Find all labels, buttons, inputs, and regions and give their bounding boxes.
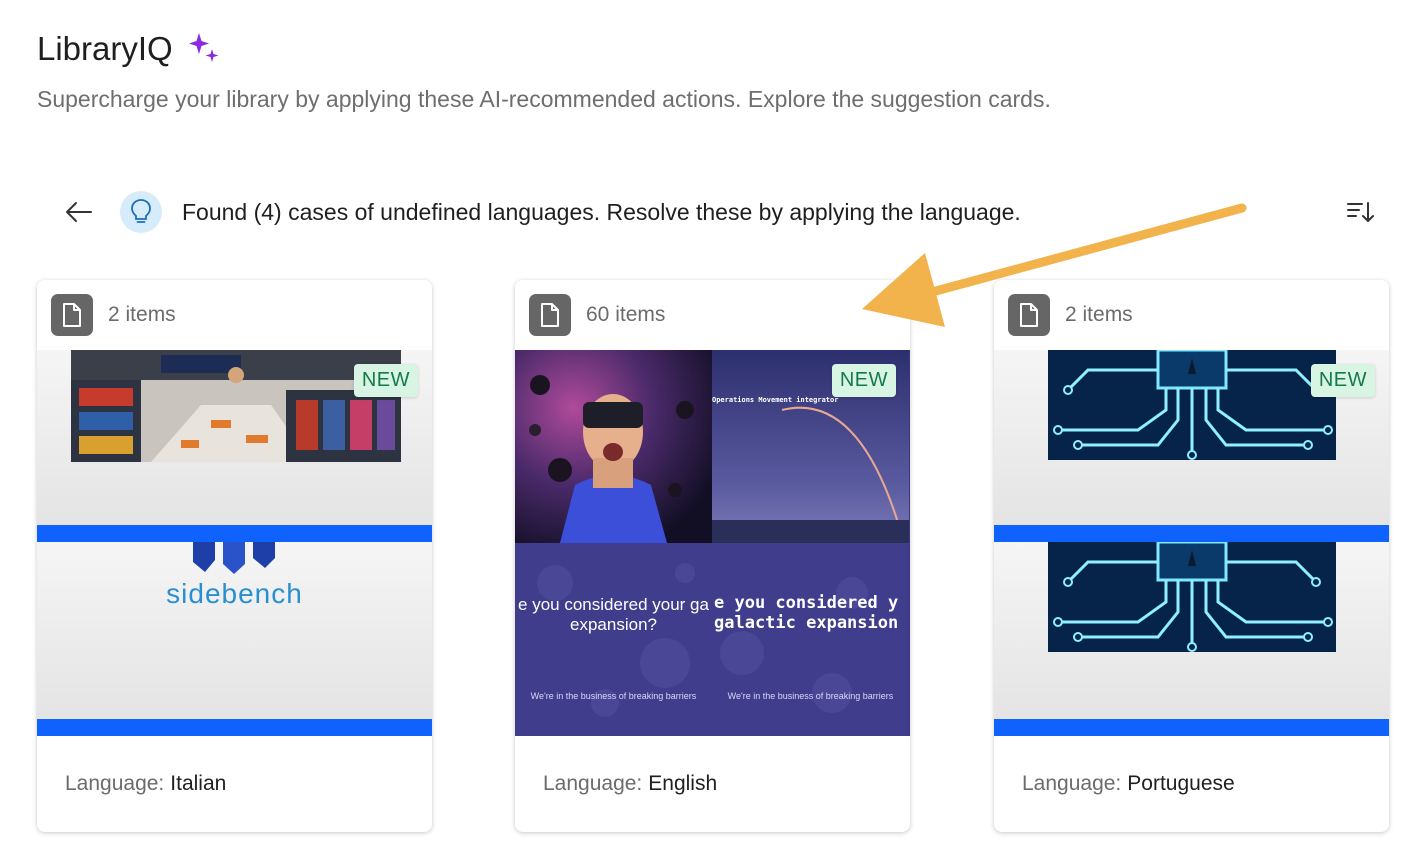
language-value: English — [648, 772, 718, 795]
store-image — [71, 350, 401, 462]
card-preview: sidebench NEW — [37, 350, 432, 736]
suggestion-card-portuguese[interactable]: 2 items NEW Language: Portuguese — [994, 280, 1389, 832]
page-title-text: LibraryIQ — [37, 30, 173, 67]
page-title: LibraryIQ — [37, 30, 223, 68]
new-badge: NEW — [831, 364, 896, 397]
circuit-image — [1048, 350, 1336, 460]
document-icon — [1008, 294, 1050, 336]
language-label: Language: — [65, 772, 165, 795]
card-header: 60 items — [515, 280, 910, 350]
item-count: 2 items — [108, 303, 176, 326]
preview-text-right: e you considered y — [714, 593, 899, 613]
card-footer: Language: English — [515, 736, 910, 832]
suggestion-text: Found (4) cases of undefined languages. … — [182, 198, 1021, 225]
preview-footer-left: We're in the business of breaking barrie… — [530, 691, 697, 701]
sparkle-icon — [187, 31, 223, 67]
preview-band — [994, 525, 1389, 542]
suggestion-bar: Found (4) cases of undefined languages. … — [62, 190, 1382, 234]
language-value: Portuguese — [1127, 772, 1235, 795]
preview-caption-top: Operations Movement integrator — [712, 396, 839, 404]
new-badge: NEW — [1310, 364, 1375, 397]
suggestion-card-italian[interactable]: 2 items sidebench NEW Language: Italian — [37, 280, 432, 832]
sidebench-logo-text: sidebench — [166, 578, 303, 609]
sort-icon — [1347, 202, 1374, 222]
sidebench-logo-icon — [193, 542, 275, 574]
preview-slide-logo: sidebench — [37, 542, 432, 719]
back-button[interactable] — [62, 195, 96, 229]
preview-band — [37, 525, 432, 542]
preview-vr-image — [515, 350, 712, 543]
preview-band-bottom — [37, 719, 432, 736]
preview-text-right-2: galactic expansion — [714, 613, 899, 633]
card-footer: Language: Italian — [37, 736, 432, 832]
item-count: 2 items — [1065, 303, 1133, 326]
preview-footer-right: We're in the business of breaking barrie… — [727, 691, 894, 701]
preview-slide-right: e you considered y galactic expansion We… — [712, 543, 909, 736]
preview-text-left-2: expansion? — [570, 615, 657, 634]
preview-slide-circuit-bottom — [994, 542, 1389, 719]
preview-slide-left: e you considered your ga expansion? We'r… — [515, 543, 712, 736]
preview-band-bottom — [994, 719, 1389, 736]
document-icon — [529, 294, 571, 336]
card-preview: NEW — [994, 350, 1389, 736]
language-label: Language: — [543, 772, 643, 795]
new-badge: NEW — [353, 364, 418, 397]
card-header: 2 items — [37, 280, 432, 350]
arrow-left-icon — [66, 202, 92, 222]
card-footer: Language: Portuguese — [994, 736, 1389, 832]
lightbulb-icon — [120, 191, 162, 233]
circuit-image — [1048, 542, 1336, 652]
document-icon — [51, 294, 93, 336]
language-value: Italian — [170, 772, 227, 795]
card-preview: Operations Movement integrator e you con… — [515, 350, 910, 736]
page-subtitle: Supercharge your library by applying the… — [37, 86, 1051, 112]
item-count: 60 items — [586, 303, 666, 326]
language-label: Language: — [1022, 772, 1122, 795]
preview-text-left: e you considered your ga — [518, 595, 709, 614]
card-header: 2 items — [994, 280, 1389, 350]
sort-button[interactable] — [1344, 196, 1376, 228]
suggestion-card-english[interactable]: 60 items Operations Movement integrator … — [515, 280, 910, 832]
